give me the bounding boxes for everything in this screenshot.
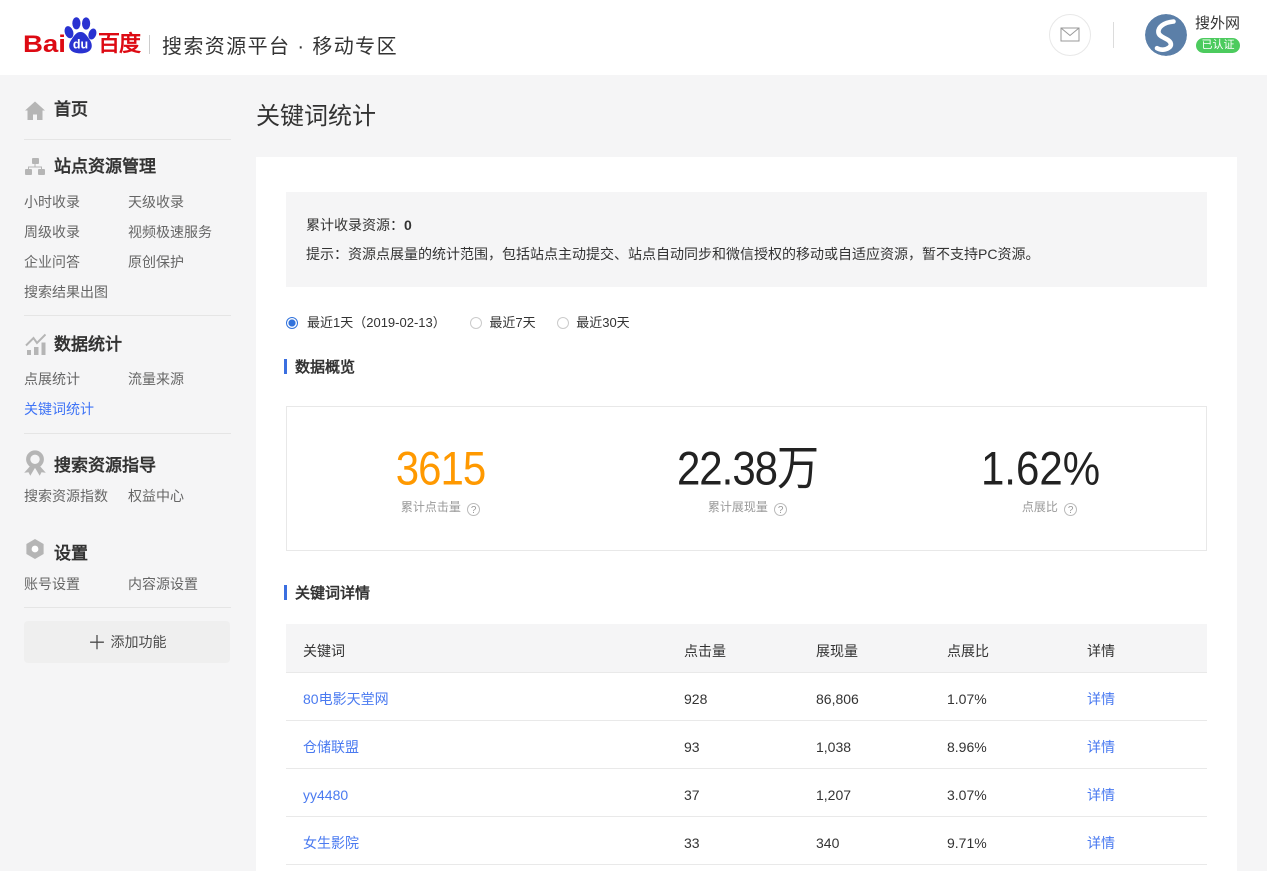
svg-text:du: du bbox=[72, 37, 87, 51]
